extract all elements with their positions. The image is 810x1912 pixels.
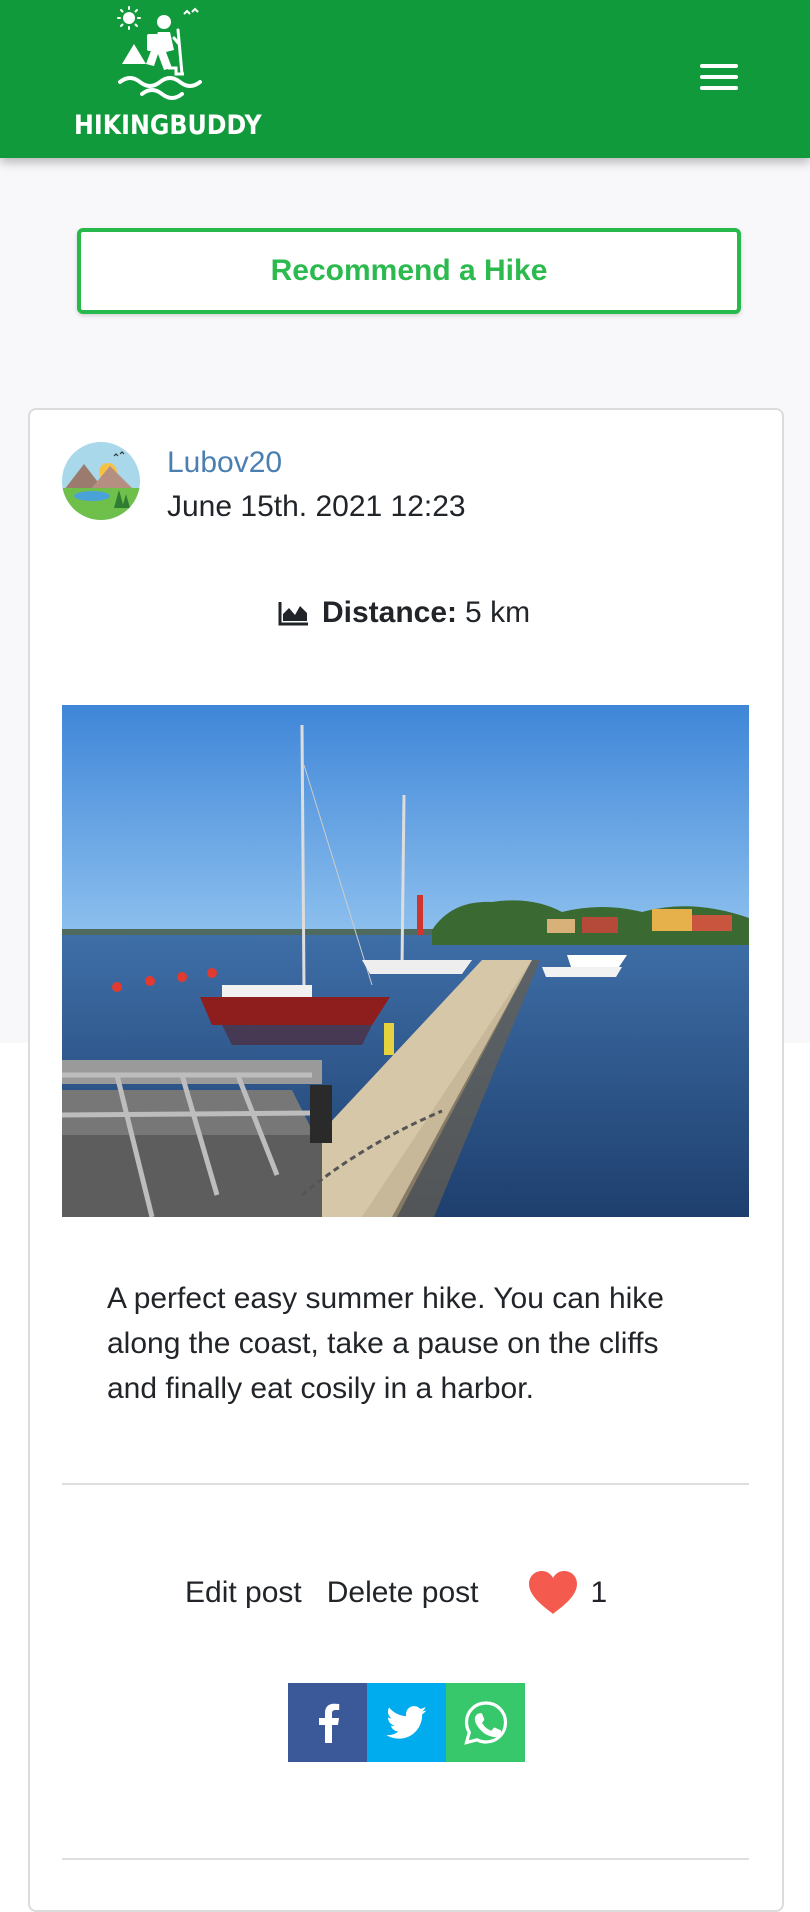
facebook-icon <box>318 1703 339 1743</box>
post-date: June 15th. 2021 12:23 <box>167 490 466 523</box>
whatsapp-icon <box>463 1700 507 1745</box>
distance-row: Distance: 5 km <box>278 596 530 630</box>
recommend-a-hike-button[interactable]: Recommend a Hike <box>77 228 741 314</box>
area-chart-icon <box>278 602 308 626</box>
whatsapp-share-button[interactable] <box>446 1683 525 1762</box>
post-username[interactable]: Lubov20 <box>167 446 282 480</box>
harbor-pier-photo <box>62 705 749 1217</box>
navbar: HIKINGBUDDY <box>0 0 810 158</box>
distance-value: 5 km <box>465 596 531 629</box>
logo-text: HIKINGBUDDY <box>74 110 262 141</box>
hiker-logo-icon <box>117 6 202 100</box>
facebook-share-button[interactable] <box>288 1683 367 1762</box>
avatar[interactable] <box>62 442 140 520</box>
delete-post-link[interactable]: Delete post <box>327 1576 479 1610</box>
distance-label: Distance: <box>322 596 458 629</box>
twitter-share-button[interactable] <box>367 1683 446 1762</box>
post-description: A perfect easy summer hike. You can hike… <box>107 1282 664 1405</box>
divider <box>62 1483 749 1485</box>
edit-post-link[interactable]: Edit post <box>185 1576 302 1610</box>
post-card: Lubov20 June 15th. 2021 12:23 Distance: … <box>28 408 784 1912</box>
heart-icon[interactable] <box>527 1570 579 1616</box>
logo[interactable]: HIKINGBUDDY <box>74 6 262 148</box>
divider <box>62 1858 749 1860</box>
like-count: 1 <box>590 1576 608 1609</box>
hamburger-icon[interactable] <box>700 64 738 90</box>
post-actions: Edit post Delete post 1 <box>185 1570 607 1616</box>
twitter-icon <box>385 1705 427 1739</box>
